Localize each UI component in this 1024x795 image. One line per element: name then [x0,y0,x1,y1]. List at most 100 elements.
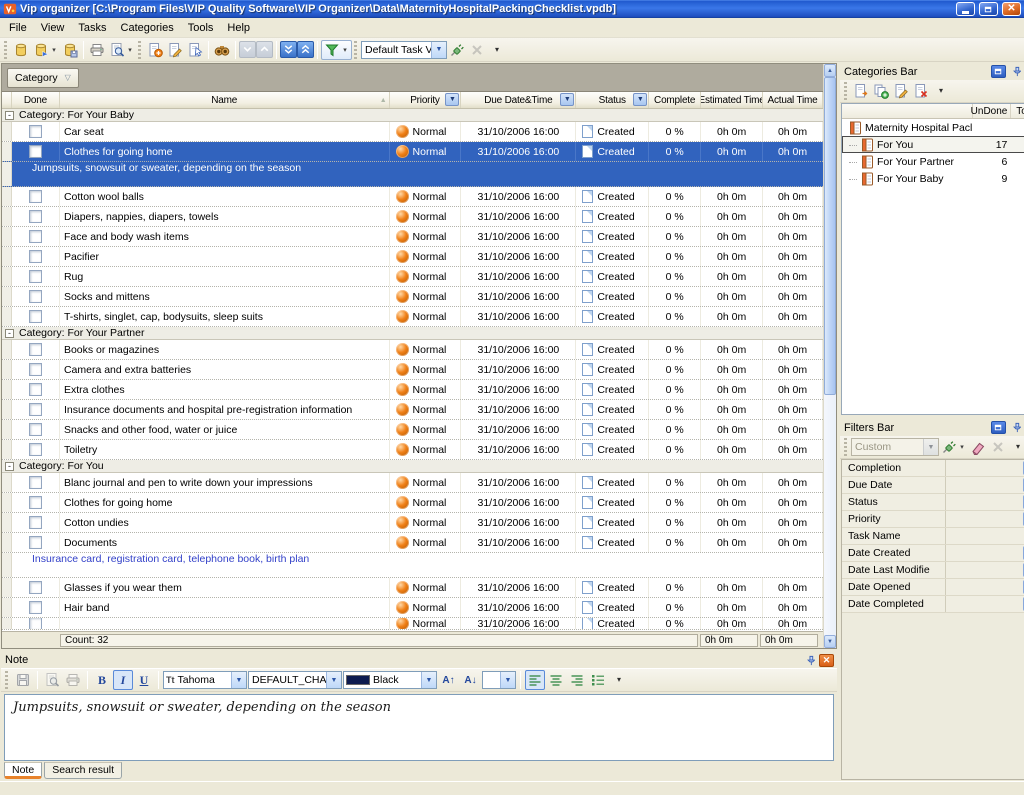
filter-row-due-date[interactable]: Due Date▼ [842,477,1024,494]
combo-dropdown-icon[interactable]: ▼ [923,439,938,455]
done-checkbox[interactable] [29,618,42,629]
group-by-category-button[interactable]: Category ▽ [7,68,79,88]
tree-item-for-you[interactable]: For You1717 [842,136,1024,153]
close-note-panel-button[interactable]: ✕ [819,654,834,667]
filter-row-priority[interactable]: Priority▼ [842,511,1024,528]
done-checkbox[interactable] [29,270,42,283]
apply-filter-dropdown-icon[interactable]: ▾ [958,443,966,451]
charset-combo[interactable]: DEFAULT_CHAR▼ [248,671,342,689]
collapse-all-button[interactable] [297,41,314,58]
combo-dropdown-icon[interactable]: ▼ [431,42,446,58]
done-checkbox[interactable] [29,190,42,203]
filters-overflow-button[interactable]: ▾ [1008,437,1024,457]
edit-category-button[interactable] [891,81,911,101]
menu-tools[interactable]: Tools [181,20,221,36]
task-row[interactable]: Clothes for going homeNormal31/10/2006 1… [2,142,823,162]
filter-row-date-created[interactable]: Date Created▼ [842,545,1024,562]
task-view-combo[interactable]: Default Task V▼ [361,41,447,59]
done-checkbox[interactable] [29,443,42,456]
italic-button[interactable]: I [113,670,133,690]
pin-note-panel-button[interactable] [802,654,817,667]
category-group-row[interactable]: -Category: For Your Partner [2,327,823,340]
align-right-button[interactable] [567,670,587,690]
column-header-due-date-time[interactable]: Due Date&Time▼ [461,92,576,108]
categories-overflow-button[interactable]: ▾ [931,81,951,101]
print-preview-button[interactable]: ▾ [107,40,136,60]
done-checkbox[interactable] [29,125,42,138]
collapse-icon[interactable]: - [5,111,14,120]
tree-header-undone[interactable]: UnDone [972,104,1010,118]
tab-note[interactable]: Note [4,762,42,779]
task-row[interactable]: Car seatNormal31/10/2006 16:00Created0 %… [2,122,823,142]
task-note-row[interactable]: Jumpsuits, snowsuit or sweater, dependin… [2,162,823,187]
font-increase-button[interactable]: A↑ [438,670,459,690]
menu-tasks[interactable]: Tasks [71,20,113,36]
done-checkbox[interactable] [29,145,42,158]
task-row[interactable]: T-shirts, singlet, cap, bodysuits, sleep… [2,307,823,327]
align-center-button[interactable] [546,670,566,690]
clear-filter-button[interactable] [968,437,988,457]
task-row[interactable]: ToiletryNormal31/10/2006 16:00Created0 %… [2,440,823,460]
column-filter-button[interactable]: ▼ [560,93,574,106]
task-row[interactable]: Cotton wool ballsNormal31/10/2006 16:00C… [2,187,823,207]
task-note-row[interactable]: Insurance card, registration card, telep… [2,553,823,578]
filter-tasks-button[interactable]: ▾ [321,40,352,60]
print-button[interactable] [87,40,107,60]
task-row[interactable]: Snacks and other food, water or juiceNor… [2,420,823,440]
combo-dropdown-icon[interactable]: ▼ [500,672,515,688]
filter-row-date-opened[interactable]: Date Opened▼ [842,579,1024,596]
collapse-icon[interactable]: - [5,462,14,471]
menu-help[interactable]: Help [220,20,257,36]
done-checkbox[interactable] [29,343,42,356]
task-row[interactable]: Blanc journal and pen to write down your… [2,473,823,493]
task-row[interactable]: Books or magazinesNormal31/10/2006 16:00… [2,340,823,360]
task-row[interactable]: DocumentsNormal31/10/2006 16:00Created0 … [2,533,823,553]
combo-dropdown-icon[interactable]: ▼ [421,672,436,688]
pin-categories-panel-button[interactable] [1008,65,1023,78]
column-header-priority[interactable]: Priority▼ [390,92,462,108]
restore-button[interactable] [979,2,998,16]
done-checkbox[interactable] [29,210,42,223]
delete-category-button[interactable] [911,81,931,101]
restore-filters-panel-button[interactable] [991,421,1006,434]
restore-categories-panel-button[interactable] [991,65,1006,78]
column-header-done[interactable]: Done [12,92,60,108]
column-filter-button[interactable]: ▼ [633,93,647,106]
scroll-down-button[interactable]: ▼ [824,635,836,648]
save-note-button[interactable] [13,670,33,690]
note-editor[interactable]: Jumpsuits, snowsuit or sweater, dependin… [4,694,834,761]
filter-row-date-completed[interactable]: Date Completed▼ [842,596,1024,613]
task-row[interactable]: PacifierNormal31/10/2006 16:00Created0 %… [2,247,823,267]
column-header-actual-time[interactable]: Actual Time [763,92,823,108]
find-tasks-button[interactable] [212,40,232,60]
done-checkbox[interactable] [29,423,42,436]
category-group-row[interactable]: -Category: For You [2,460,823,473]
toolbar-overflow-button[interactable]: ▾ [487,40,507,60]
open-database-button[interactable] [11,40,31,60]
done-checkbox[interactable] [29,536,42,549]
print-preview-dropdown-icon[interactable]: ▾ [126,46,134,54]
edit-task-button[interactable] [165,40,185,60]
pin-filters-panel-button[interactable] [1008,421,1023,434]
filter-row-task-name[interactable]: Task Name [842,528,1024,545]
column-header-estimated-time[interactable]: Estimated Time [701,92,763,108]
menu-categories[interactable]: Categories [114,20,181,36]
expand-all-button[interactable] [280,41,297,58]
tree-item-maternity-hospital-pacl[interactable]: Maternity Hospital Pacl [842,119,1024,136]
tree-item-for-your-partner[interactable]: For Your Partner66 [842,153,1024,170]
task-row[interactable]: Camera and extra batteriesNormal31/10/20… [2,360,823,380]
bold-button[interactable]: B [92,670,112,690]
tree-item-for-your-baby[interactable]: For Your Baby99 [842,170,1024,187]
font-size-combo[interactable]: ▼ [482,671,516,689]
task-row[interactable]: Normal31/10/2006 16:00Created0 %0h 0m0h … [2,618,823,630]
task-row[interactable]: Insurance documents and hospital pre-reg… [2,400,823,420]
filter-tasks-dropdown-icon[interactable]: ▾ [341,46,349,54]
combo-dropdown-icon[interactable]: ▼ [231,672,246,688]
done-checkbox[interactable] [29,516,42,529]
column-header-status[interactable]: Status▼ [576,92,649,108]
bullets-button[interactable] [588,670,608,690]
scrollbar-track[interactable] [824,77,836,635]
new-database-dropdown-icon[interactable]: ▾ [50,46,58,54]
done-checkbox[interactable] [29,230,42,243]
tab-search-result[interactable]: Search result [44,762,122,779]
